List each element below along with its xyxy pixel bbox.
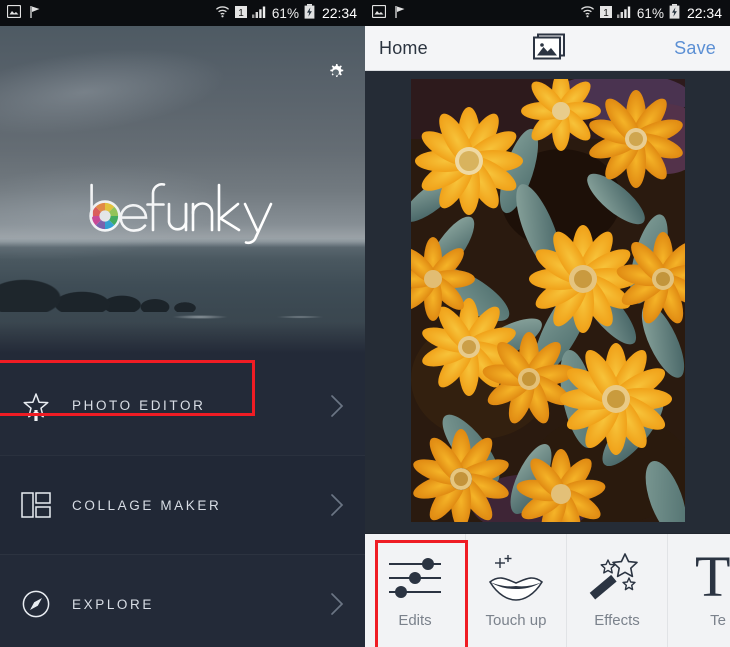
status-bar-left: 1 61% 22:34 (0, 0, 365, 26)
status-bar-right-icons: 1 61% 22:34 (580, 4, 722, 22)
chevron-right-icon (325, 394, 349, 418)
battery-percent-label: 61% (636, 5, 664, 21)
status-bar-right: 1 61% 22:34 (365, 0, 730, 26)
gear-icon[interactable] (323, 60, 349, 86)
right-phone-screen: 1 61% 22:34 Home Save Edits Touch up Eff… (365, 0, 730, 647)
wifi-icon (580, 5, 595, 21)
svg-text:T: T (695, 552, 730, 604)
signal-bars-icon (251, 5, 267, 21)
menu-item-photo-editor[interactable]: PHOTO EDITOR (0, 356, 365, 455)
flower-photo-svg (410, 79, 685, 522)
menu-item-label: EXPLORE (72, 596, 154, 612)
svg-text:1: 1 (238, 8, 244, 19)
home-button[interactable]: Home (379, 38, 428, 59)
play-flag-icon (30, 5, 42, 22)
tab-effects[interactable]: Effects (567, 534, 668, 647)
tool-label: Touch up (485, 612, 547, 629)
tool-label: Edits (398, 612, 432, 629)
screenshot-icon (371, 4, 387, 21)
clock-label: 22:34 (321, 5, 357, 21)
tab-edits[interactable]: Edits (365, 534, 468, 647)
wifi-icon (215, 5, 230, 21)
magic-wand-star-icon (10, 390, 62, 422)
menu-item-label: PHOTO EDITOR (72, 398, 206, 413)
battery-charging-icon (669, 4, 680, 22)
save-button[interactable]: Save (674, 38, 716, 59)
rock-silhouettes (0, 264, 210, 312)
text-t-icon: T (689, 547, 730, 609)
lips-sparkle-icon (486, 547, 546, 609)
status-bar-left-icons (6, 4, 42, 22)
surf-foam (150, 314, 365, 320)
clock-label: 22:34 (686, 5, 722, 21)
chevron-right-icon (325, 592, 349, 616)
befunky-logo (0, 174, 365, 250)
hero-background-image (0, 26, 365, 356)
chevron-right-icon (325, 493, 349, 517)
status-bar-left-icons (371, 4, 407, 22)
compass-icon (10, 589, 62, 619)
color-aperture-icon (89, 200, 120, 232)
editor-toolbar: Edits Touch up Effects T Te (365, 533, 730, 647)
tab-touch-up[interactable]: Touch up (466, 534, 567, 647)
home-menu: PHOTO EDITOR COLLAGE MAKER EXPLORE (0, 356, 365, 647)
editor-app-bar: Home Save (365, 26, 730, 71)
photo-canvas (365, 71, 730, 533)
tab-text[interactable]: T Te (668, 534, 730, 647)
hero-bottom-fade (0, 322, 365, 356)
edited-photo[interactable] (410, 79, 685, 522)
status-bar-right-icons: 1 61% 22:34 (215, 4, 357, 22)
collage-grid-icon (10, 491, 62, 519)
menu-item-explore[interactable]: EXPLORE (0, 554, 365, 647)
battery-percent-label: 61% (271, 5, 299, 21)
svg-text:1: 1 (603, 8, 609, 19)
left-phone-screen: 1 61% 22:34 PHOTO EDITOR COLLAGE MAKER E… (0, 0, 365, 647)
tool-label: Te (710, 612, 726, 629)
screenshot-root: 1 61% 22:34 PHOTO EDITOR COLLAGE MAKER E… (0, 0, 730, 647)
tool-label: Effects (594, 612, 640, 629)
menu-item-label: COLLAGE MAKER (72, 497, 222, 513)
sim-card-icon: 1 (599, 5, 612, 22)
screenshot-icon (6, 4, 22, 21)
sliders-icon (386, 547, 444, 609)
battery-charging-icon (304, 4, 315, 22)
play-flag-icon (395, 5, 407, 22)
photo-stack-icon[interactable] (528, 32, 568, 64)
magic-wand-stars-icon (587, 547, 647, 609)
signal-bars-icon (616, 5, 632, 21)
menu-item-collage-maker[interactable]: COLLAGE MAKER (0, 455, 365, 554)
sim-card-icon: 1 (234, 5, 247, 22)
